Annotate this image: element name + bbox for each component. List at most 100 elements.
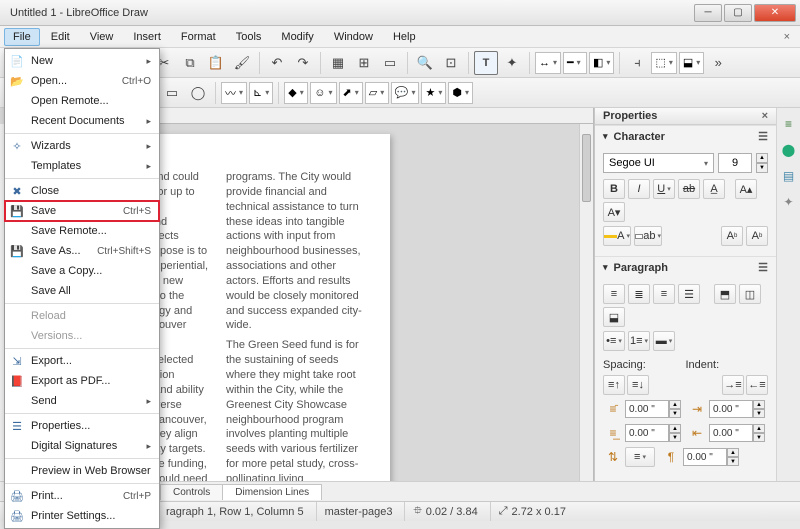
copy-icon[interactable]: ⧉: [178, 51, 202, 75]
decrease-indent-button[interactable]: ←≡: [746, 375, 768, 395]
bgcolor-dropdown[interactable]: ▬▾: [653, 331, 675, 351]
menu-item-new[interactable]: 📄New▸: [5, 51, 159, 71]
shadow-button[interactable]: A̲: [703, 179, 725, 199]
menu-window[interactable]: Window: [325, 28, 382, 46]
menu-item-export-pdf[interactable]: 📕Export as PDF...: [5, 371, 159, 391]
paragraph-section-header[interactable]: ▾ Paragraph ☰: [595, 256, 776, 278]
clone-format-icon[interactable]: 🖌: [230, 51, 254, 75]
menu-item-digital-signatures[interactable]: Digital Signatures▸: [5, 436, 159, 456]
menu-item-save-all[interactable]: Save All: [5, 281, 159, 301]
tab-dimension-lines[interactable]: Dimension Lines: [222, 484, 322, 500]
text-tool-icon[interactable]: T: [474, 51, 498, 75]
italic-button[interactable]: I: [628, 179, 650, 199]
menu-item-save-as[interactable]: 💾Save As...Ctrl+Shift+S: [5, 241, 159, 261]
increase-spacing-button[interactable]: ≡↑: [603, 375, 625, 395]
status-master[interactable]: master-page3: [316, 502, 393, 521]
align-justify-button[interactable]: ☰: [678, 284, 700, 304]
paste-icon[interactable]: 📋: [204, 51, 228, 75]
grid-icon[interactable]: ▦: [326, 51, 350, 75]
properties-tab-icon[interactable]: ≡: [779, 114, 799, 134]
vertical-scrollbar[interactable]: [579, 124, 593, 481]
menu-file[interactable]: File: [4, 28, 40, 46]
menu-modify[interactable]: Modify: [272, 28, 322, 46]
3d-dropdown[interactable]: ⬢▾: [448, 82, 473, 104]
superscript-button[interactable]: Ab: [721, 226, 743, 246]
callouts-dropdown[interactable]: 💬▾: [391, 82, 420, 104]
minimize-button[interactable]: ─: [694, 4, 722, 22]
curve-dropdown[interactable]: 〰▾: [221, 82, 247, 104]
rect-tool-icon[interactable]: ▭: [160, 81, 184, 105]
menu-item-templates[interactable]: Templates▸: [5, 156, 159, 176]
maximize-button[interactable]: ▢: [724, 4, 752, 22]
bullet-list-dropdown[interactable]: •≡▾: [603, 331, 625, 351]
font-name-select[interactable]: Segoe UI▾: [603, 153, 714, 173]
line-style-dropdown[interactable]: ━▾: [563, 52, 587, 74]
more-icon[interactable]: »: [706, 51, 730, 75]
menu-item-open[interactable]: 📂Open...Ctrl+O: [5, 71, 159, 91]
menu-help[interactable]: Help: [384, 28, 425, 46]
underline-button[interactable]: U▾: [653, 179, 675, 199]
menu-item-open-remote[interactable]: Open Remote...: [5, 91, 159, 111]
connector-dropdown[interactable]: ⊾▾: [249, 82, 273, 104]
distribute-dropdown[interactable]: ⬓▾: [679, 52, 704, 74]
menu-item-save[interactable]: 💾SaveCtrl+S: [5, 201, 159, 221]
menu-item-preview-browser[interactable]: Preview in Web Browser: [5, 461, 159, 481]
menu-item-properties[interactable]: ☰Properties...: [5, 416, 159, 436]
menu-item-wizards[interactable]: ✧Wizards▸: [5, 136, 159, 156]
font-size-spinner[interactable]: ▲▼: [756, 153, 768, 173]
strike-button[interactable]: ab: [678, 179, 700, 199]
decrease-spacing-button[interactable]: ≡↓: [627, 375, 649, 395]
menu-item-save-remote[interactable]: Save Remote...: [5, 221, 159, 241]
fontwork-icon[interactable]: ✦: [500, 51, 524, 75]
align-right-button[interactable]: ≡: [653, 284, 675, 304]
zoom-icon[interactable]: 🔍: [413, 51, 437, 75]
valign-middle-button[interactable]: ◫: [739, 284, 761, 304]
align-left-obj-icon[interactable]: ⫞: [625, 51, 649, 75]
increase-indent-button[interactable]: →≡: [722, 375, 744, 395]
line-end-dropdown[interactable]: ↔▾: [535, 52, 561, 74]
align-left-button[interactable]: ≡: [603, 284, 625, 304]
highlight-color-dropdown[interactable]: ab▾: [634, 226, 662, 246]
menu-item-send[interactable]: Send▸: [5, 391, 159, 411]
tab-controls[interactable]: Controls: [160, 484, 223, 500]
subscript-button[interactable]: Ab: [746, 226, 768, 246]
snap-icon[interactable]: ⊞: [352, 51, 376, 75]
shadow-dropdown[interactable]: ◧▾: [589, 52, 614, 74]
font-color-dropdown[interactable]: A▾: [603, 226, 631, 246]
navigator-tab-icon[interactable]: ✦: [779, 192, 799, 212]
menu-close-icon[interactable]: ×: [778, 29, 796, 45]
close-window-button[interactable]: ✕: [754, 4, 796, 22]
basic-shapes-dropdown[interactable]: ◆▾: [284, 82, 308, 104]
decrease-size-button[interactable]: A▾: [603, 202, 625, 222]
symbol-shapes-dropdown[interactable]: ☺▾: [310, 82, 336, 104]
indent-after-field[interactable]: ⇤▲▼: [687, 423, 765, 443]
helpers-icon[interactable]: ▭: [378, 51, 402, 75]
number-list-dropdown[interactable]: 1≡▾: [628, 331, 650, 351]
line-spacing-dropdown[interactable]: ⇅≡▾: [603, 447, 655, 467]
block-arrows-dropdown[interactable]: ⬈▾: [339, 82, 363, 104]
redo-icon[interactable]: ↷: [291, 51, 315, 75]
more-options-icon[interactable]: ☰: [758, 130, 768, 143]
increase-size-button[interactable]: A▴: [735, 179, 757, 199]
align-center-button[interactable]: ≣: [628, 284, 650, 304]
styles-tab-icon[interactable]: ⬤: [779, 140, 799, 160]
menu-item-save-copy[interactable]: Save a Copy...: [5, 261, 159, 281]
menu-tools[interactable]: Tools: [227, 28, 271, 46]
arrange-dropdown[interactable]: ⬚▾: [651, 52, 676, 74]
indent-before-field[interactable]: ⇥▲▼: [687, 399, 765, 419]
space-below-field[interactable]: ≡̲▲▼: [603, 423, 681, 443]
space-above-field[interactable]: ≡̄▲▼: [603, 399, 681, 419]
menu-item-printer-settings[interactable]: 🖨Printer Settings...: [5, 506, 159, 526]
menu-item-close[interactable]: ✖Close: [5, 181, 159, 201]
valign-bottom-button[interactable]: ⬓: [603, 307, 625, 327]
undo-icon[interactable]: ↶: [265, 51, 289, 75]
flowchart-dropdown[interactable]: ▱▾: [365, 82, 389, 104]
zoom-page-icon[interactable]: ⊡: [439, 51, 463, 75]
bold-button[interactable]: B: [603, 179, 625, 199]
first-line-indent-field[interactable]: ¶▲▼: [661, 447, 739, 467]
gallery-tab-icon[interactable]: ▤: [779, 166, 799, 186]
more-options-icon[interactable]: ☰: [758, 261, 768, 274]
menu-edit[interactable]: Edit: [42, 28, 79, 46]
font-size-field[interactable]: 9: [718, 153, 752, 173]
sidebar-close-icon[interactable]: ×: [762, 110, 768, 122]
